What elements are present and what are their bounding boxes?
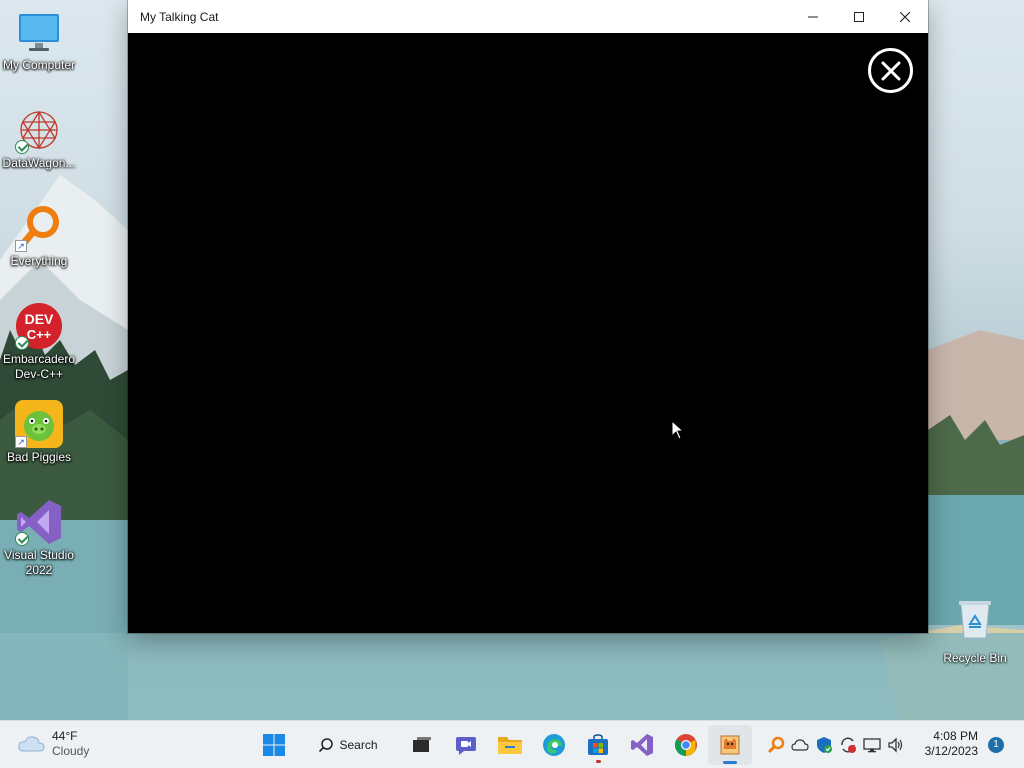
desktop-icon-label: Everything [10, 254, 68, 268]
notification-badge[interactable]: 1 [988, 737, 1004, 753]
file-explorer-button[interactable] [488, 725, 532, 765]
weather-temp: 44°F [52, 729, 78, 743]
my-talking-cat-taskbar-button[interactable] [708, 725, 752, 765]
window-titlebar[interactable]: My Talking Cat [128, 0, 928, 33]
tray-onedrive-button[interactable] [788, 733, 812, 757]
windows-start-icon [263, 734, 285, 756]
app-content-area[interactable] [128, 33, 928, 633]
app-window: My Talking Cat [128, 0, 928, 633]
sync-ok-badge-icon [15, 336, 29, 350]
magnifier-icon: ↗ [15, 204, 63, 252]
mouse-cursor-icon [671, 420, 685, 440]
tray-magnifier-button[interactable] [764, 733, 788, 757]
recycle-bin-icon [955, 598, 995, 645]
desktop-icon-label: Visual Studio 2022 [4, 548, 74, 577]
weather-widget[interactable]: 44°F Cloudy [16, 729, 89, 759]
chrome-icon [675, 734, 697, 756]
weather-condition: Cloudy [52, 744, 90, 758]
desktop-icon-everything[interactable]: ↗ Everything [0, 204, 78, 269]
shortcut-arrow-icon: ↗ [15, 240, 27, 252]
cloud-icon [18, 736, 45, 752]
circle-close-icon [881, 61, 900, 80]
tray-security-button[interactable] [812, 733, 836, 757]
minimize-icon [808, 16, 818, 17]
maximize-button[interactable] [836, 0, 882, 33]
edge-button[interactable] [532, 725, 576, 765]
visual-studio-icon [631, 734, 653, 756]
desktop-icon-label: My Computer [2, 58, 76, 72]
shortcut-arrow-icon: ↗ [15, 436, 27, 448]
desktop-icon-label: Bad Piggies [6, 450, 72, 464]
close-button[interactable] [882, 0, 928, 33]
volume-icon [888, 737, 903, 753]
chat-button[interactable] [444, 725, 488, 765]
sync-ok-badge-icon [15, 140, 29, 154]
devcpp-icon: DEV C++ [15, 302, 63, 350]
system-tray [764, 721, 908, 768]
desktop-icon-label: Recycle Bin [943, 651, 1007, 665]
monitor-icon [15, 8, 63, 56]
svg-text:DEV: DEV [25, 311, 54, 327]
edge-icon [543, 734, 565, 756]
maximize-icon [854, 11, 864, 22]
content-close-button[interactable] [868, 48, 913, 93]
pig-icon: ↗ [15, 400, 63, 448]
svg-text:C++: C++ [27, 327, 52, 342]
folder-icon [498, 737, 522, 754]
security-icon [817, 737, 832, 753]
desktop-icon-recycle-bin[interactable]: Recycle Bin [940, 598, 1010, 665]
desktop-icon-datawagon[interactable]: DataWagon... [0, 106, 78, 171]
datawagon-icon [15, 106, 63, 154]
magnifier-icon [767, 736, 785, 754]
taskbar-apps: Search [252, 721, 752, 768]
desktop-icon-visual-studio[interactable]: Visual Studio 2022 [0, 498, 78, 578]
teams-chat-icon [456, 737, 476, 755]
desktop-icon-label: DataWagon... [2, 156, 76, 170]
task-view-icon [413, 737, 431, 752]
attention-indicator [595, 760, 601, 763]
task-view-button[interactable] [400, 725, 444, 765]
taskbar-clock[interactable]: 4:08 PM 3/12/2023 [918, 729, 978, 759]
network-icon [863, 738, 881, 753]
desktop-icon-label: Embarcadero Dev-C++ [2, 352, 76, 381]
search-label: Search [339, 738, 378, 752]
desktop-icon-devcpp[interactable]: DEV C++ Embarcadero Dev-C++ [0, 302, 78, 382]
store-button[interactable] [576, 725, 620, 765]
window-title: My Talking Cat [140, 9, 219, 24]
taskbar-search-button[interactable]: Search [298, 729, 398, 761]
close-icon [900, 11, 910, 22]
store-icon [588, 734, 608, 755]
visual-studio-icon [15, 498, 63, 546]
tray-sync-button[interactable] [836, 733, 860, 757]
active-app-indicator [723, 761, 737, 764]
desktop-icon-my-computer[interactable]: My Computer [0, 8, 78, 73]
tray-network-button[interactable] [860, 733, 884, 757]
sync-icon [841, 737, 856, 753]
search-icon [319, 738, 334, 753]
desktop-icon-bad-piggies[interactable]: ↗ Bad Piggies [0, 400, 78, 465]
onedrive-icon [791, 739, 809, 751]
minimize-button[interactable] [790, 0, 836, 33]
start-button[interactable] [252, 725, 296, 765]
clock-time: 4:08 PM [933, 729, 978, 743]
cat-app-icon [720, 735, 740, 755]
sync-ok-badge-icon [15, 532, 29, 546]
tray-volume-button[interactable] [884, 733, 908, 757]
taskbar: 44°F Cloudy Search 4:08 PM 3/12/2023 1 [0, 720, 1024, 768]
clock-date: 3/12/2023 [924, 744, 978, 758]
visual-studio-taskbar-button[interactable] [620, 725, 664, 765]
chrome-button[interactable] [664, 725, 708, 765]
